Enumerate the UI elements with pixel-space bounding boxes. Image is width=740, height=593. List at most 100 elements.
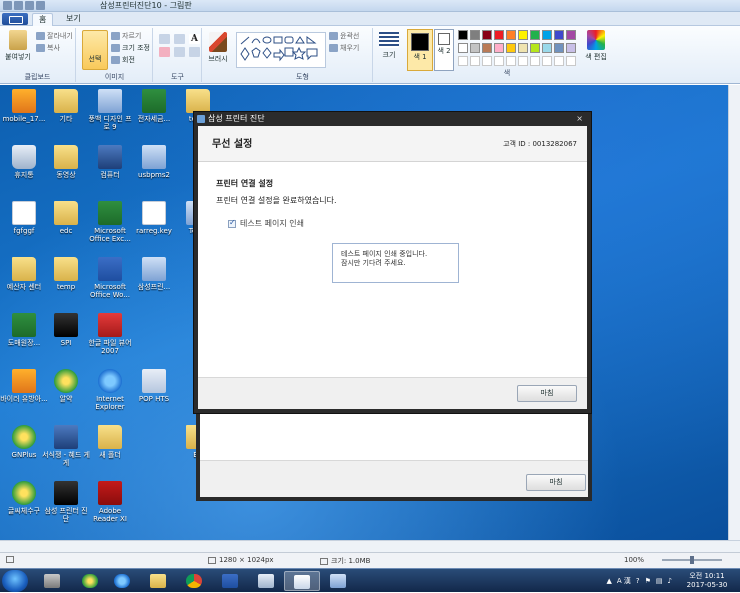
- desktop-icon[interactable]: 삼성 프린터 진단: [42, 481, 90, 523]
- palette-color-swatch[interactable]: [470, 30, 480, 40]
- desktop-icon[interactable]: usbpms2: [130, 145, 178, 179]
- taskbar-app-4[interactable]: [320, 571, 356, 591]
- volume-icon[interactable]: ♪: [668, 577, 672, 585]
- help-icon[interactable]: ?: [636, 577, 640, 585]
- palette-color-swatch[interactable]: [470, 43, 480, 53]
- edit-colors-button[interactable]: 색 편집: [584, 30, 608, 62]
- redo-icon[interactable]: [36, 1, 45, 10]
- taskbar-word[interactable]: [212, 571, 248, 591]
- palette-color-swatch[interactable]: [554, 30, 564, 40]
- taskbar-app-2[interactable]: [72, 571, 108, 591]
- start-button[interactable]: [2, 570, 28, 592]
- palette-color-swatch[interactable]: [482, 30, 492, 40]
- text-icon[interactable]: A: [189, 34, 200, 44]
- taskbar-chrome[interactable]: [176, 571, 212, 591]
- desktop-icon[interactable]: Adobe Reader XI: [86, 481, 134, 523]
- color2-button[interactable]: 색 2: [434, 29, 454, 71]
- cut-button[interactable]: 잘라내기: [36, 31, 73, 41]
- desktop-icon[interactable]: 예산자 센터: [0, 257, 48, 291]
- app-menu-icon[interactable]: [3, 1, 12, 10]
- custom-color-slot[interactable]: [566, 56, 576, 66]
- color-picker-icon[interactable]: [174, 47, 185, 57]
- palette-color-swatch[interactable]: [530, 30, 540, 40]
- desktop-icon[interactable]: Microsoft Office Wo...: [86, 257, 134, 299]
- ime-indicator[interactable]: A 漢: [617, 576, 631, 586]
- palette-color-swatch[interactable]: [458, 43, 468, 53]
- custom-color-slot[interactable]: [554, 56, 564, 66]
- paste-button[interactable]: 붙여넣기: [3, 30, 33, 62]
- desktop-icon[interactable]: edc: [42, 201, 90, 235]
- palette-color-swatch[interactable]: [506, 30, 516, 40]
- custom-color-slot[interactable]: [542, 56, 552, 66]
- save-icon[interactable]: [14, 1, 23, 10]
- palette-color-swatch[interactable]: [542, 30, 552, 40]
- desktop-icon[interactable]: Microsoft Office Exc...: [86, 201, 134, 243]
- magnifier-icon[interactable]: [189, 47, 200, 57]
- desktop-icon[interactable]: Internet Explorer: [86, 369, 134, 411]
- tab-home[interactable]: 홈: [32, 13, 54, 26]
- palette-color-swatch[interactable]: [482, 43, 492, 53]
- undo-icon[interactable]: [25, 1, 34, 10]
- background-finish-button[interactable]: 마침: [526, 474, 586, 491]
- size-button[interactable]: 크기: [376, 30, 402, 60]
- desktop-icon[interactable]: temp: [42, 257, 90, 291]
- close-icon[interactable]: ×: [576, 112, 583, 126]
- palette-color-swatch[interactable]: [566, 30, 576, 40]
- desktop-icon[interactable]: GNPlus: [0, 425, 48, 459]
- tab-view[interactable]: 보기: [60, 13, 87, 26]
- crop-button[interactable]: 자르기: [111, 31, 141, 41]
- taskbar-ie[interactable]: [104, 571, 140, 591]
- fill-icon[interactable]: [174, 34, 185, 44]
- eraser-icon[interactable]: [159, 47, 170, 57]
- desktop-icon[interactable]: 휴지통: [0, 145, 48, 179]
- resize-button[interactable]: 크기 조정: [111, 43, 150, 53]
- desktop-icon[interactable]: 서식쟁 - 혜드 게게: [42, 425, 90, 467]
- select-button[interactable]: [82, 30, 108, 70]
- outline-button[interactable]: 윤곽선: [329, 31, 359, 41]
- custom-color-slot[interactable]: [458, 56, 468, 66]
- desktop-icon[interactable]: fgfggf: [0, 201, 48, 235]
- desktop-icon[interactable]: 전자세금...: [130, 89, 178, 123]
- custom-color-slot[interactable]: [518, 56, 528, 66]
- custom-color-slot[interactable]: [530, 56, 540, 66]
- desktop-icon[interactable]: 동영상: [42, 145, 90, 179]
- desktop-icon[interactable]: 삼성프린...: [130, 257, 178, 291]
- flag-icon[interactable]: ⚑: [645, 577, 651, 585]
- tray-arrow-icon[interactable]: ▲: [607, 577, 612, 585]
- desktop-icon[interactable]: 알약: [42, 369, 90, 403]
- shapes-gallery[interactable]: [236, 32, 326, 68]
- desktop-icon[interactable]: 바이러 유방아...: [0, 369, 48, 403]
- custom-color-slot[interactable]: [470, 56, 480, 66]
- palette-color-swatch[interactable]: [518, 30, 528, 40]
- desktop-icon[interactable]: 기타: [42, 89, 90, 123]
- rotate-button[interactable]: 회전: [111, 55, 135, 65]
- palette-color-swatch[interactable]: [554, 43, 564, 53]
- brushes-button[interactable]: 브러시: [205, 32, 231, 64]
- taskbar-explorer[interactable]: [140, 571, 176, 591]
- palette-color-swatch[interactable]: [494, 43, 504, 53]
- desktop-icon[interactable]: POP HTS: [130, 369, 178, 403]
- palette-color-swatch[interactable]: [530, 43, 540, 53]
- custom-color-slot[interactable]: [494, 56, 504, 66]
- palette-color-swatch[interactable]: [494, 30, 504, 40]
- fill-shape-button[interactable]: 채우기: [329, 43, 359, 53]
- clock[interactable]: 오전 10:11 2017-05-30: [682, 572, 732, 590]
- desktop-icon[interactable]: 한글 파일 뷰어 2007: [86, 313, 134, 355]
- quick-access-toolbar[interactable]: [3, 1, 45, 10]
- color1-button[interactable]: 색 1: [407, 29, 433, 71]
- custom-color-slot[interactable]: [506, 56, 516, 66]
- custom-color-slot[interactable]: [482, 56, 492, 66]
- zoom-slider[interactable]: [662, 556, 722, 564]
- finish-button[interactable]: 마침: [517, 385, 577, 402]
- vertical-scrollbar[interactable]: [728, 85, 740, 540]
- horizontal-scrollbar[interactable]: [0, 540, 740, 552]
- test-page-checkbox[interactable]: 테스트 페이지 인쇄: [228, 218, 304, 229]
- palette-color-swatch[interactable]: [506, 43, 516, 53]
- pencil-icon[interactable]: [159, 34, 170, 44]
- palette-color-swatch[interactable]: [542, 43, 552, 53]
- checkbox-check-icon[interactable]: [228, 218, 236, 228]
- desktop-icon[interactable]: mobile_17...: [0, 89, 48, 123]
- desktop-icon[interactable]: 풍백 디자인 프로 9: [86, 89, 134, 131]
- taskbar-app-3[interactable]: [248, 571, 284, 591]
- desktop-icon[interactable]: 글씨체수구: [0, 481, 48, 515]
